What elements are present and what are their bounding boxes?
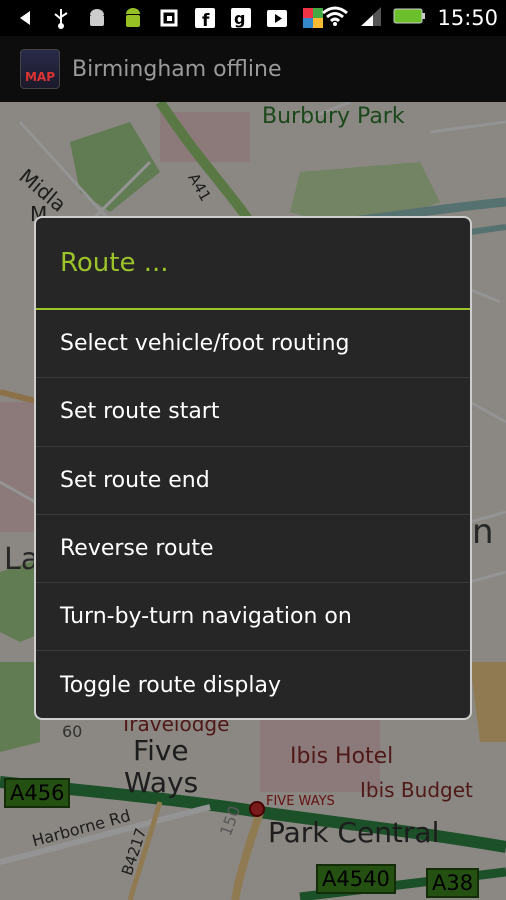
menu-item-set-route-end[interactable]: Set route end [36, 447, 470, 515]
route-dialog: Route ... Select vehicle/foot routing Se… [34, 216, 472, 720]
menu-item-toggle-route-display[interactable]: Toggle route display [36, 651, 470, 718]
status-bar: f g 15:50 [0, 0, 506, 36]
svg-text:g: g [234, 9, 245, 28]
android-debug-icon [86, 7, 108, 29]
app-icon-text: MAP [24, 70, 56, 84]
menu-item-set-route-start[interactable]: Set route start [36, 378, 470, 447]
refresh-icon [158, 7, 180, 29]
facebook-icon: f [194, 7, 216, 29]
menu-item-turn-by-turn[interactable]: Turn-by-turn navigation on [36, 583, 470, 652]
google-icon: g [230, 7, 252, 29]
wifi-icon [321, 5, 349, 31]
menu-item-select-routing[interactable]: Select vehicle/foot routing [36, 310, 470, 379]
action-bar: MAP Birmingham offline [0, 36, 506, 102]
back-icon [14, 7, 36, 29]
clock: 15:50 [437, 6, 498, 30]
svg-text:f: f [202, 11, 210, 29]
signal-icon [359, 5, 383, 31]
app-icon[interactable]: MAP [20, 49, 60, 89]
app-title: Birmingham offline [72, 56, 282, 82]
battery-icon [393, 6, 427, 30]
dialog-title: Route ... [36, 218, 470, 310]
play-store-icon [266, 7, 288, 29]
usb-icon [50, 7, 72, 29]
menu-item-reverse-route[interactable]: Reverse route [36, 515, 470, 584]
android-icon [122, 7, 144, 29]
